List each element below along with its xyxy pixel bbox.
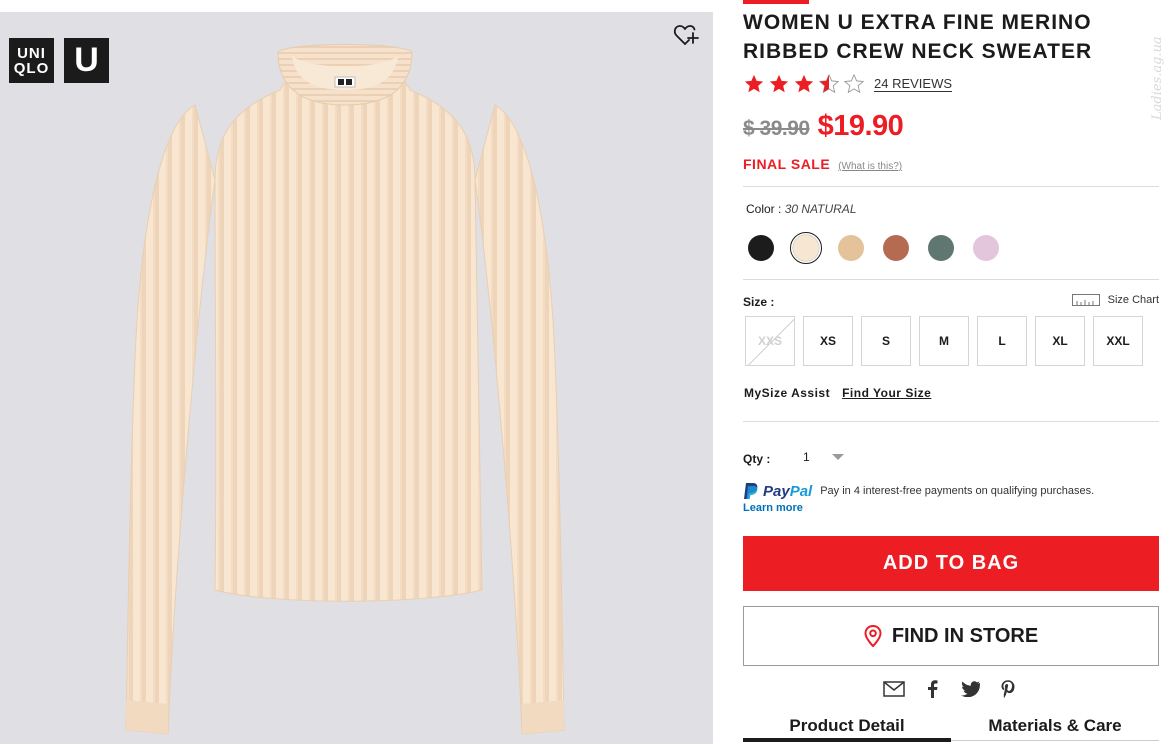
add-to-bag-button[interactable]: ADD TO BAG [743, 536, 1159, 591]
reviews-link[interactable]: 24 REVIEWS [874, 76, 953, 92]
color-swatch-dot [793, 235, 819, 261]
paypal-brand-pal: Pal [789, 482, 813, 500]
color-swatch-dot [838, 235, 864, 261]
find-in-store-label: FIND IN STORE [891, 624, 1039, 647]
color-row: Color : 30 NATURAL [746, 202, 857, 216]
qty-label: Qty : [743, 452, 771, 466]
color-swatch-pink[interactable] [970, 232, 1002, 264]
divider [743, 421, 1159, 422]
product-photo-sweater [125, 44, 565, 735]
final-sale-row: FINAL SALE (What is this?) [743, 156, 902, 172]
star-full-icon [744, 74, 764, 93]
paypal-text: Pay in 4 interest-free payments on quali… [820, 485, 1095, 497]
find-in-store-button[interactable]: FIND IN STORE [743, 606, 1159, 666]
paypal-p-icon [744, 483, 758, 499]
color-value: 30 NATURAL [784, 202, 857, 216]
color-swatch-natural[interactable] [790, 232, 822, 264]
chevron-down-icon [831, 454, 844, 460]
size-label: Size : [743, 295, 775, 309]
size-chart-label: Size Chart [1107, 294, 1159, 306]
color-swatch-black[interactable] [745, 232, 777, 264]
size-option-m[interactable]: M [919, 316, 969, 366]
size-option-l[interactable]: L [977, 316, 1027, 366]
qty-select[interactable]: 1 [803, 450, 844, 464]
size-option-s[interactable]: S [861, 316, 911, 366]
color-swatch-green[interactable] [925, 232, 957, 264]
product-image-gallery[interactable]: UNI QLO U [0, 12, 713, 744]
uniqlo-logo-line2: QLO [13, 59, 50, 77]
paypal-row: Pay Pal Pay in 4 interest-free payments o… [743, 482, 1094, 500]
ruler-icon [1071, 294, 1100, 306]
color-swatch-brown[interactable] [880, 232, 912, 264]
email-icon[interactable] [883, 678, 905, 700]
divider [743, 279, 1159, 280]
size-option-xxs[interactable]: XXS [745, 316, 795, 366]
facebook-icon[interactable] [921, 678, 943, 700]
uniqlo-logo-line1: UNI [17, 44, 46, 62]
share-icons [883, 678, 1035, 700]
color-swatch-dot [928, 235, 954, 261]
divider [743, 186, 1159, 187]
color-swatch-beige[interactable] [835, 232, 867, 264]
paypal-logo: Pay Pal [743, 482, 812, 500]
star-half-icon [818, 73, 840, 94]
final-sale-help-link[interactable]: (What is this?) [838, 161, 902, 172]
tab-product-detail[interactable]: Product Detail [743, 714, 951, 744]
rating-row[interactable]: 24 REVIEWS [743, 73, 953, 95]
original-price: $ 39.90 [743, 117, 810, 140]
size-chart-link[interactable]: Size Chart [1071, 294, 1159, 306]
color-swatch-dot [973, 235, 999, 261]
color-swatch-dot [748, 235, 774, 261]
qty-value: 1 [803, 450, 810, 464]
twitter-icon[interactable] [959, 678, 981, 700]
color-label: Color : [746, 202, 782, 216]
product-info-tabs: Product Detail Materials & Care [743, 714, 1159, 744]
heart-plus-icon[interactable] [673, 22, 699, 48]
star-full-icon [794, 74, 814, 93]
color-swatch-dot [883, 235, 909, 261]
color-swatches [745, 232, 1015, 264]
paypal-learn-more-link[interactable]: Learn more [743, 502, 803, 514]
location-pin-icon [864, 625, 882, 647]
size-option-xl[interactable]: XL [1035, 316, 1085, 366]
paypal-brand-pay: Pay [763, 482, 790, 500]
product-title: WOMEN U EXTRA FINE MERINO RIBBED CREW NE… [743, 11, 1093, 63]
uniqlo-u-logo: U [64, 38, 109, 83]
uniqlo-logo: UNI QLO [9, 38, 54, 83]
find-your-size-link[interactable]: Find Your Size [842, 386, 931, 400]
pinterest-icon[interactable] [997, 678, 1019, 700]
mysize-assist-row: MySize Assist Find Your Size [744, 386, 931, 400]
sale-price: $19.90 [817, 110, 904, 142]
final-sale-label: FINAL SALE [743, 156, 831, 172]
price-row: $ 39.90 $19.90 [743, 110, 904, 143]
size-option-xs[interactable]: XS [803, 316, 853, 366]
mysize-assist-label: MySize Assist [744, 386, 831, 400]
accent-bar [743, 0, 809, 4]
tab-materials-care[interactable]: Materials & Care [951, 714, 1159, 744]
star-empty-icon [843, 73, 865, 94]
brand-logos: UNI QLO U [9, 38, 109, 83]
product-info-panel: WOMEN U EXTRA FINE MERINO RIBBED CREW NE… [743, 0, 1159, 744]
size-option-xxl[interactable]: XXL [1093, 316, 1143, 366]
star-full-icon [769, 74, 789, 93]
size-options: XXS XS S M L XL XXL [745, 316, 1151, 366]
